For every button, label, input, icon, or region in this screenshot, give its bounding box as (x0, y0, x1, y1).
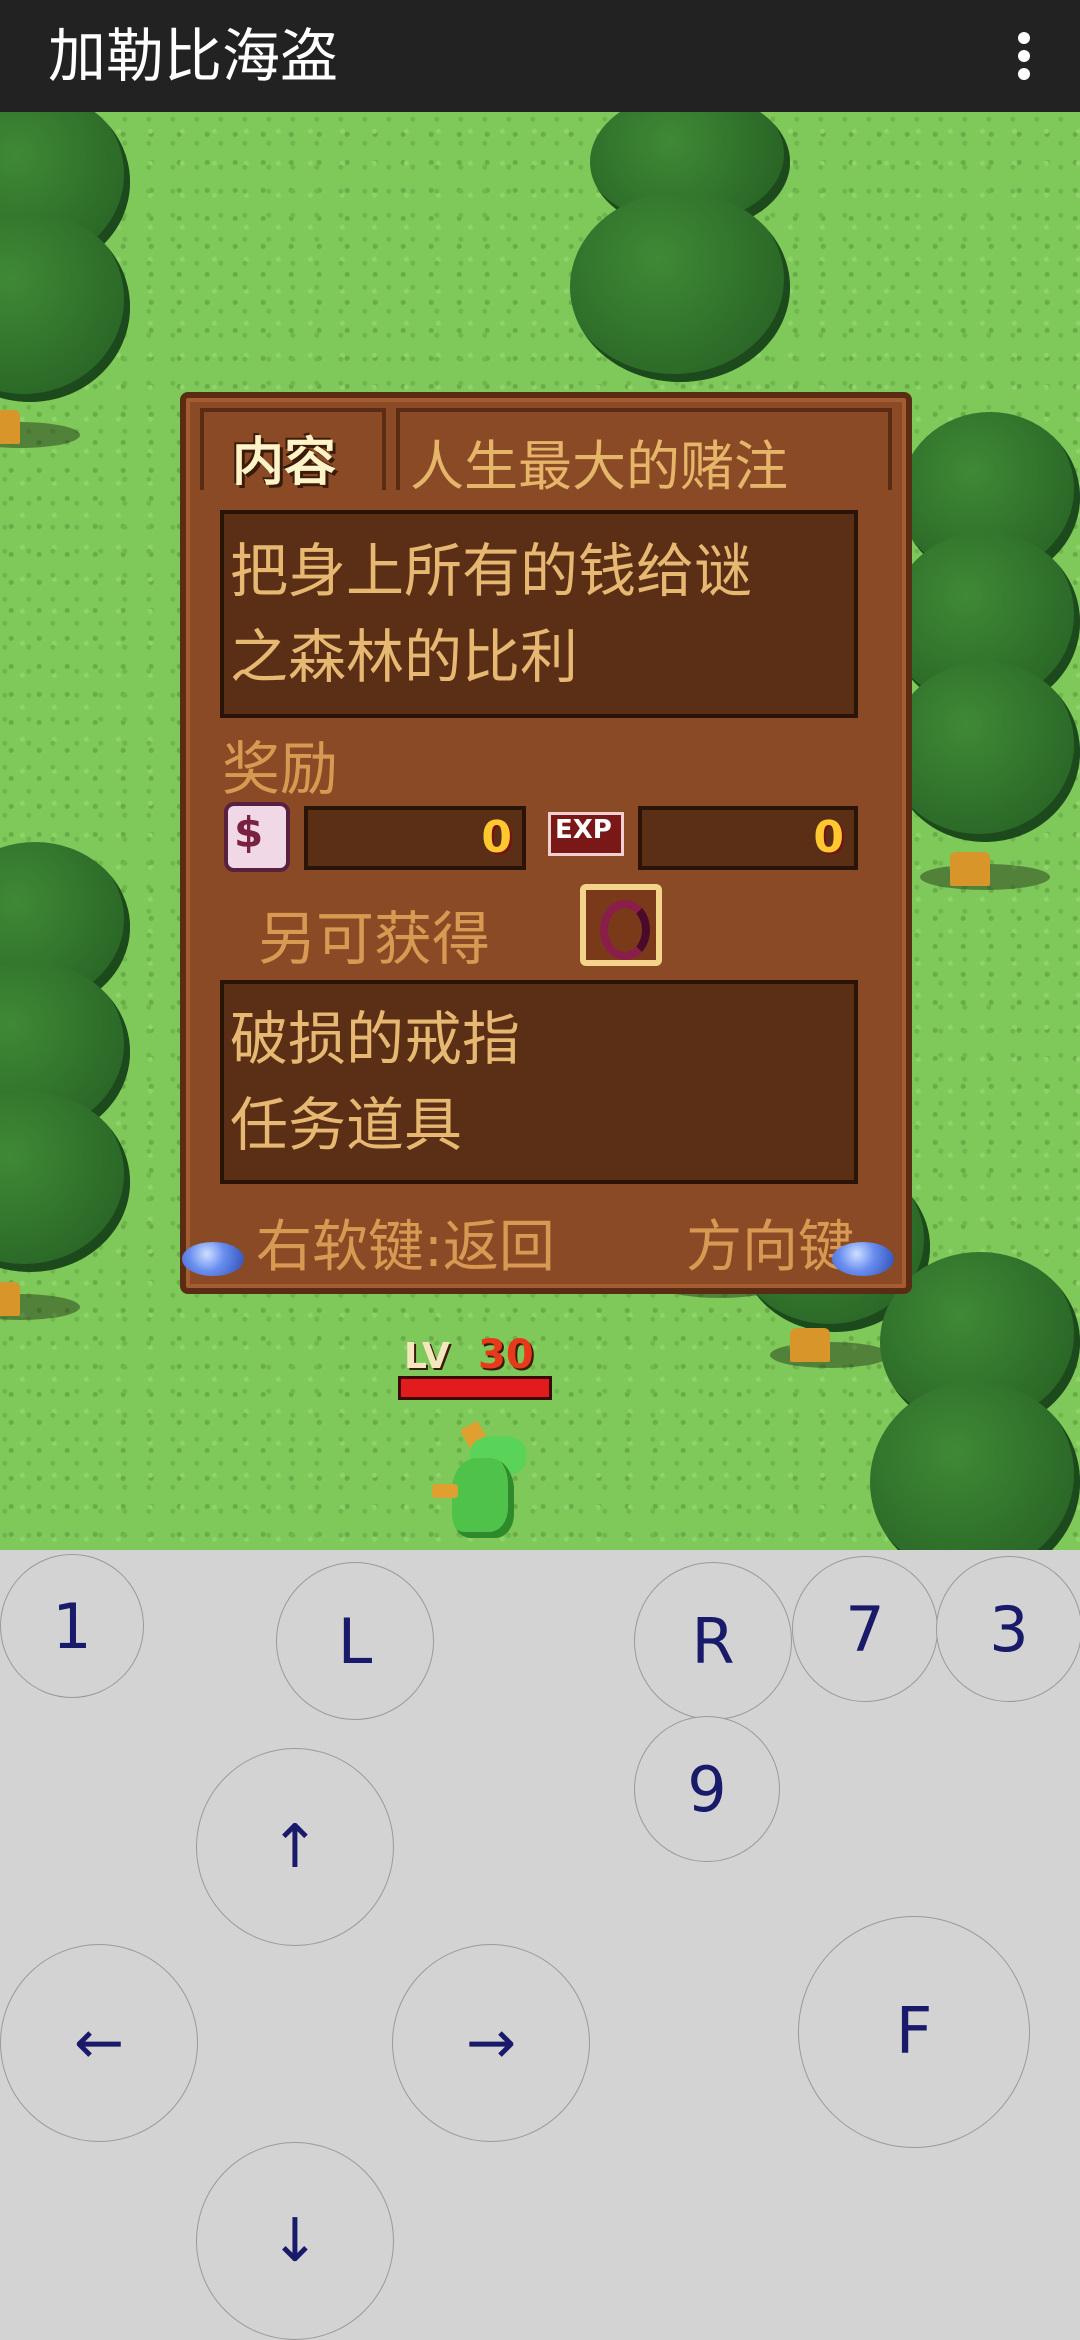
extra-reward-label: 另可获得 (258, 905, 491, 973)
left-gem-icon (182, 1242, 244, 1276)
dragon-character (424, 1420, 544, 1550)
exp-reward-value: 0 (638, 806, 858, 870)
money-icon: $ (224, 802, 290, 872)
key-3-button[interactable]: 3 (936, 1556, 1080, 1702)
level-value: 30 (478, 1332, 534, 1378)
money-reward-text: 0 (481, 812, 512, 863)
right-gem-icon (832, 1242, 894, 1276)
dpad-left-button[interactable]: ← (0, 1944, 198, 2142)
key-f-button[interactable]: F (798, 1916, 1030, 2148)
level-label: LV (404, 1336, 450, 1377)
key-9-button[interactable]: 9 (634, 1716, 780, 1862)
quest-panel: 内容 人生最大的赌注 把身上所有的钱给谜 之森林的比利 奖励 $ 0 EXP 0… (180, 392, 912, 1294)
back-hint: 右软键:返回 (256, 1215, 555, 1280)
dpad-up-button[interactable]: ↑ (196, 1748, 394, 1946)
app-bar: 加勒比海盗 (0, 0, 1080, 112)
quest-title-tab: 人生最大的赌注 (396, 408, 892, 490)
ring-icon (580, 884, 662, 966)
key-7-button[interactable]: 7 (792, 1556, 938, 1702)
more-vert-icon[interactable] (1004, 26, 1044, 86)
key-l-button[interactable]: L (276, 1562, 434, 1720)
virtual-keypad: 1 L R 7 3 9 ↑ ← → F ↓ (0, 1550, 1080, 2340)
key-r-button[interactable]: R (634, 1562, 792, 1720)
exp-badge: EXP (548, 812, 624, 856)
item-description-box: 破损的戒指 任务道具 (220, 980, 858, 1184)
exp-label: EXP (555, 815, 612, 845)
item-type: 任务道具 (230, 1091, 463, 1159)
quest-title: 人生最大的赌注 (410, 435, 788, 490)
quest-description-line: 之森林的比利 (230, 623, 579, 691)
app-title: 加勒比海盗 (48, 22, 339, 90)
hp-bar (398, 1376, 552, 1400)
tab-content[interactable]: 内容 (200, 408, 386, 493)
item-name: 破损的戒指 (230, 1005, 521, 1073)
dpad-down-button[interactable]: ↓ (196, 2142, 394, 2340)
dpad-right-button[interactable]: → (392, 1944, 590, 2142)
money-icon-text: $ (234, 808, 264, 857)
quest-description-box: 把身上所有的钱给谜 之森林的比利 (220, 510, 858, 718)
tab-content-label: 内容 (232, 433, 337, 493)
exp-reward-text: 0 (813, 812, 844, 863)
reward-label: 奖励 (222, 735, 339, 803)
quest-description-line: 把身上所有的钱给谜 (230, 537, 753, 605)
money-reward-value: 0 (304, 806, 526, 870)
game-screen[interactable]: 内容 人生最大的赌注 把身上所有的钱给谜 之森林的比利 奖励 $ 0 EXP 0… (0, 112, 1080, 1550)
key-1-button[interactable]: 1 (0, 1554, 144, 1698)
